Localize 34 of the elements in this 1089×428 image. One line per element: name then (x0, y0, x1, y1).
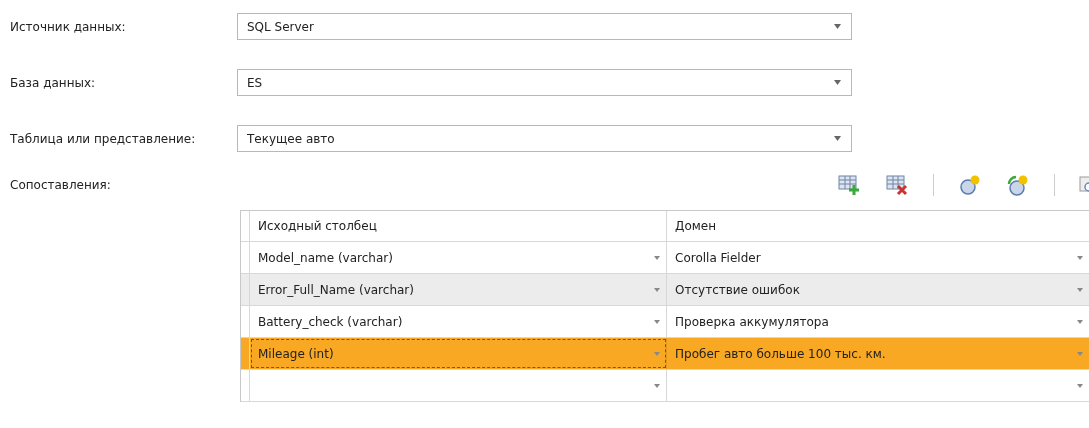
dropdown-cell[interactable]: Error_Full_Name (varchar) (250, 274, 667, 305)
caret-icon (834, 80, 841, 85)
dropdown-field[interactable]: ES (237, 69, 852, 96)
section-label: Сопоставления: (10, 178, 112, 192)
dropdown-cell[interactable]: Battery_check (varchar) (250, 306, 667, 337)
field-label: Источник данных: (10, 19, 127, 34)
caret-icon (654, 383, 660, 388)
dropdown-cell[interactable]: Corolla Fielder (667, 242, 1089, 273)
dropdown-cell[interactable]: Model_name (varchar) (250, 242, 667, 273)
column-header: Исходный столбец (250, 211, 667, 241)
caret-icon (834, 136, 841, 141)
dropdown-field[interactable]: Текущее авто (237, 125, 852, 152)
caret-icon (654, 319, 660, 324)
domain-star-icon[interactable] (958, 174, 982, 196)
field-label: База данных: (10, 75, 97, 90)
caret-icon (1077, 287, 1083, 292)
dropdown-cell[interactable]: Пробег авто больше 100 тыс. км. (667, 338, 1089, 369)
dropdown-cell[interactable]: Mileage (int) (250, 338, 667, 369)
column-header: Домен (674, 218, 717, 235)
add-row-icon[interactable] (837, 174, 861, 196)
dropdown-cell[interactable]: Отсутствие ошибок (667, 274, 1089, 305)
caret-icon (654, 351, 660, 356)
composite-domain-icon[interactable] (1006, 174, 1030, 196)
caret-icon (1077, 383, 1083, 388)
field-label: Таблица или представление: (10, 131, 197, 146)
delete-row-icon[interactable] (885, 174, 909, 196)
dropdown-cell[interactable]: Проверка аккумулятора (667, 306, 1089, 337)
caret-icon (1077, 351, 1083, 356)
caret-icon (1077, 255, 1083, 260)
caret-icon (834, 24, 841, 29)
dropdown-field[interactable]: SQL Server (237, 13, 852, 40)
caret-icon (654, 255, 660, 260)
caret-icon (1077, 319, 1083, 324)
caret-icon (654, 287, 660, 292)
